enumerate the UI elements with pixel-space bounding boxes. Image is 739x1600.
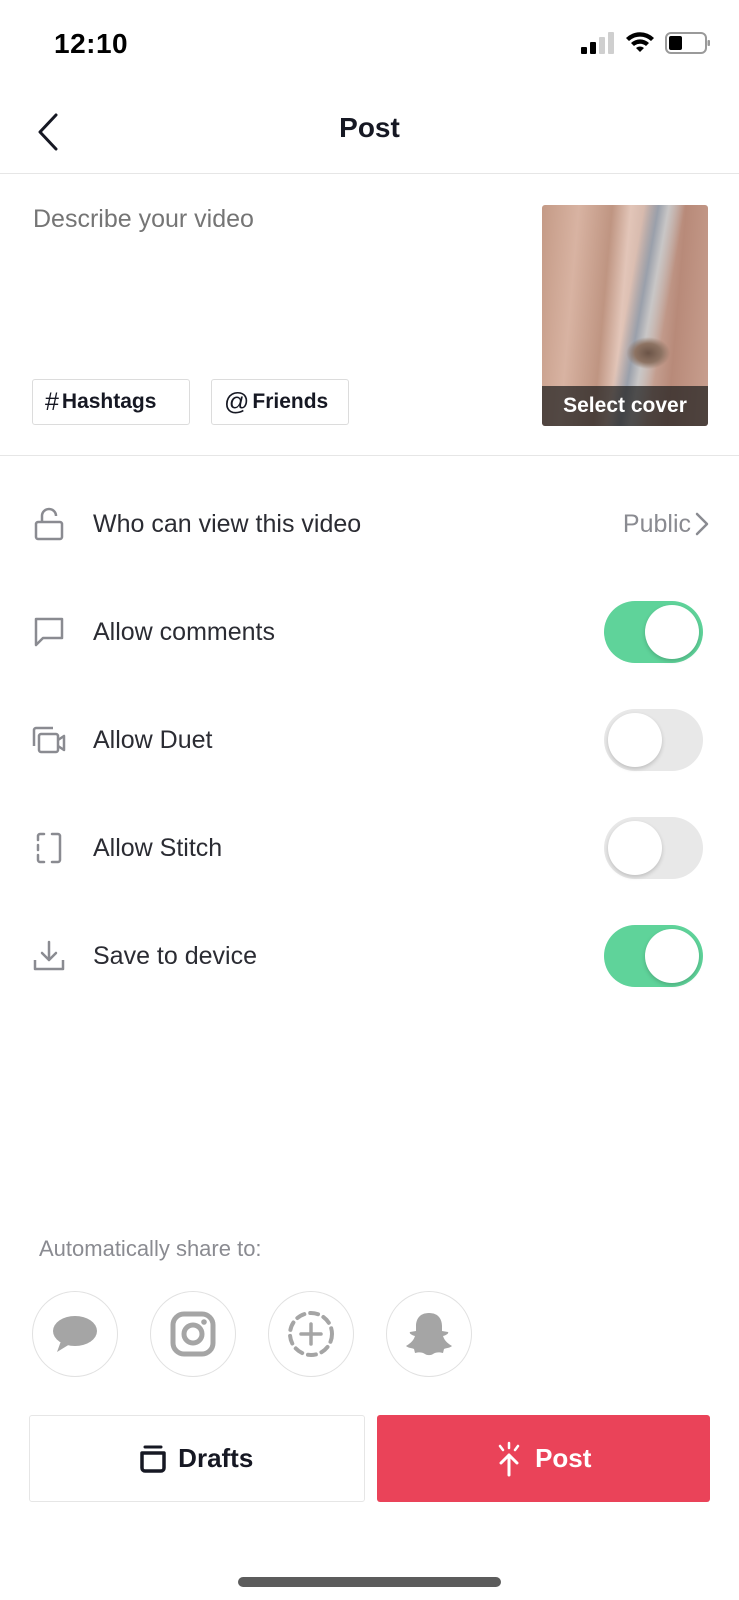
battery-icon [665,32,710,54]
share-label: Automatically share to: [39,1236,262,1261]
select-cover-label: Select cover [542,386,708,426]
allow-duet-toggle[interactable] [604,709,703,771]
nav-bar: Post [0,90,739,174]
at-icon: @ [224,387,250,416]
drafts-icon [140,1445,166,1473]
download-icon [31,938,67,974]
allow-comments-toggle[interactable] [604,601,703,663]
share-instagram-button[interactable] [150,1291,236,1377]
setting-privacy[interactable]: Who can view this video Public [0,470,739,578]
chevron-right-icon [695,512,709,536]
friends-button[interactable]: @ Friends [211,379,349,425]
privacy-value: Public [622,509,691,538]
add-story-icon [288,1311,334,1357]
stitch-icon [31,830,67,866]
cover-thumbnail[interactable]: Select cover [542,205,708,426]
setting-allow-duet: Allow Duet [0,686,739,794]
setting-allow-stitch: Allow Stitch [0,794,739,902]
toggle-knob [608,713,662,767]
wifi-icon [626,32,654,52]
save-to-device-toggle[interactable] [604,925,703,987]
compose-section: # Hashtags @ Friends Select cover [0,175,739,456]
toggle-knob [645,605,699,659]
setting-label: Save to device [93,941,257,970]
post-upload-icon [498,1441,520,1476]
status-icons [581,32,711,54]
share-targets [32,1291,472,1377]
snapchat-icon [406,1313,452,1356]
setting-label: Allow Stitch [93,833,223,862]
duet-icon [31,722,67,758]
share-story-button[interactable] [268,1291,354,1377]
cellular-signal-icon [581,32,614,54]
setting-label: Allow comments [93,617,275,646]
drafts-button[interactable]: Drafts [29,1415,365,1502]
setting-allow-comments: Allow comments [0,578,739,686]
message-bubble-icon [53,1316,97,1352]
unlock-icon [31,506,67,542]
hashtag-icon: # [45,387,59,416]
setting-save-to-device: Save to device [0,902,739,1010]
status-bar: 12:10 [0,0,739,90]
drafts-label: Drafts [178,1443,254,1473]
share-messages-button[interactable] [32,1291,118,1377]
toggle-knob [645,929,699,983]
settings-list: Who can view this video Public Allow com… [0,470,739,1010]
status-time: 12:10 [54,28,129,59]
bottom-actions: Drafts Post [29,1415,710,1502]
home-indicator[interactable] [238,1577,501,1587]
comment-icon [31,614,67,650]
post-button[interactable]: Post [376,1415,710,1502]
allow-stitch-toggle[interactable] [604,817,703,879]
setting-label: Allow Duet [93,725,213,754]
friends-label: Friends [252,390,329,413]
hashtags-button[interactable]: # Hashtags [32,379,190,425]
page-title: Post [339,112,400,143]
hashtags-label: Hashtags [61,390,157,413]
post-label: Post [535,1443,592,1473]
instagram-icon [170,1311,216,1357]
setting-label: Who can view this video [93,509,362,538]
description-input[interactable] [33,205,493,234]
share-snapchat-button[interactable] [386,1291,472,1377]
toggle-knob [608,821,662,875]
